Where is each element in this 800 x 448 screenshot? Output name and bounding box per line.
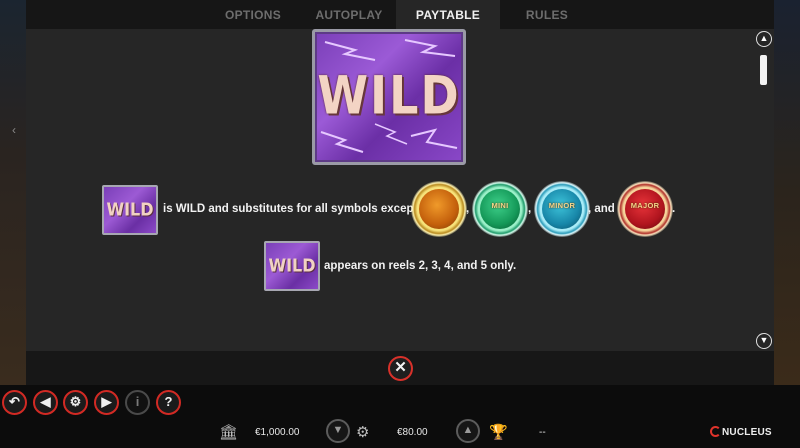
brand-name: NUCLEUS (722, 427, 772, 438)
back-button[interactable]: ↶ (2, 390, 27, 415)
win-value: -- (539, 427, 546, 438)
autoplay-button[interactable]: ▶ (94, 390, 119, 415)
wild-substitute-text: is WILD and substitutes for all symbols … (163, 203, 418, 215)
wild-symbol-small-label: WILD (106, 199, 154, 220)
paytable-panel: ▲ ▼ WILD WILD is WILD and substitutes fo… (26, 29, 774, 351)
settings-button[interactable]: ⚙ (63, 390, 88, 415)
separator-comma: , (466, 203, 470, 215)
side-arrow-icon: ‹ (12, 123, 16, 137)
game-background-right (774, 0, 800, 385)
tab-autoplay[interactable]: AUTOPLAY (300, 0, 398, 29)
close-bar: ✕ (26, 351, 774, 385)
back-icon: ↶ (9, 394, 20, 409)
major-jackpot-icon: MAJOR (617, 181, 673, 237)
trophy-icon: 🏆 (489, 424, 508, 441)
period-text: . (672, 203, 676, 215)
chip-icon: ⚙ (356, 424, 370, 441)
wild-symbol-small: WILD (102, 185, 158, 235)
menu-tabs: OPTIONS AUTOPLAY PAYTABLE RULES (26, 0, 774, 29)
info-icon: i (135, 394, 140, 409)
game-background-left (0, 0, 26, 385)
mini-jackpot-icon: MINI (472, 181, 528, 237)
scrollbar-thumb[interactable] (760, 55, 767, 85)
bet-decrease-button[interactable]: ▼ (326, 419, 350, 443)
info-button[interactable]: i (125, 390, 150, 415)
sound-button[interactable]: ◀ (33, 390, 58, 415)
tab-options[interactable]: OPTIONS (204, 0, 302, 29)
bet-value: €80.00 (397, 427, 428, 438)
chevron-down-icon: ▼ (332, 424, 344, 436)
bet-increase-button[interactable]: ▲ (456, 419, 480, 443)
major-jackpot-label: MAJOR (630, 201, 660, 210)
wild-symbol-large: WILD (312, 29, 466, 165)
tab-paytable[interactable]: PAYTABLE (396, 0, 500, 29)
tab-rules[interactable]: RULES (498, 0, 596, 29)
balance-value: €1,000.00 (255, 427, 300, 438)
nucleus-logo-icon (710, 426, 721, 437)
wild-symbol-label: WILD (317, 63, 461, 127)
sound-icon: ◀ (40, 394, 51, 409)
help-button[interactable]: ? (156, 390, 181, 415)
wild-symbol-small-label: WILD (268, 255, 316, 276)
wild-reels-text: appears on reels 2, 3, 4, and 5 only. (324, 260, 517, 272)
scroll-up-button[interactable]: ▲ (756, 31, 772, 47)
chevron-up-icon: ▲ (462, 424, 474, 436)
separator-comma: , (528, 203, 532, 215)
minor-jackpot-label: MINOR (548, 201, 576, 210)
gold-jackpot-icon (411, 181, 467, 237)
play-icon: ▶ (101, 394, 112, 409)
wild-symbol-small: WILD (264, 241, 320, 291)
settings-icon: ⚙ (69, 394, 82, 409)
and-text: , and (588, 203, 615, 215)
mini-jackpot-label: MINI (491, 201, 509, 210)
scroll-down-button[interactable]: ▼ (756, 333, 772, 349)
close-button[interactable]: ✕ (388, 356, 413, 381)
help-icon: ? (164, 394, 173, 409)
minor-jackpot-icon: MINOR (534, 181, 590, 237)
bank-icon: 🏛 (219, 424, 239, 441)
